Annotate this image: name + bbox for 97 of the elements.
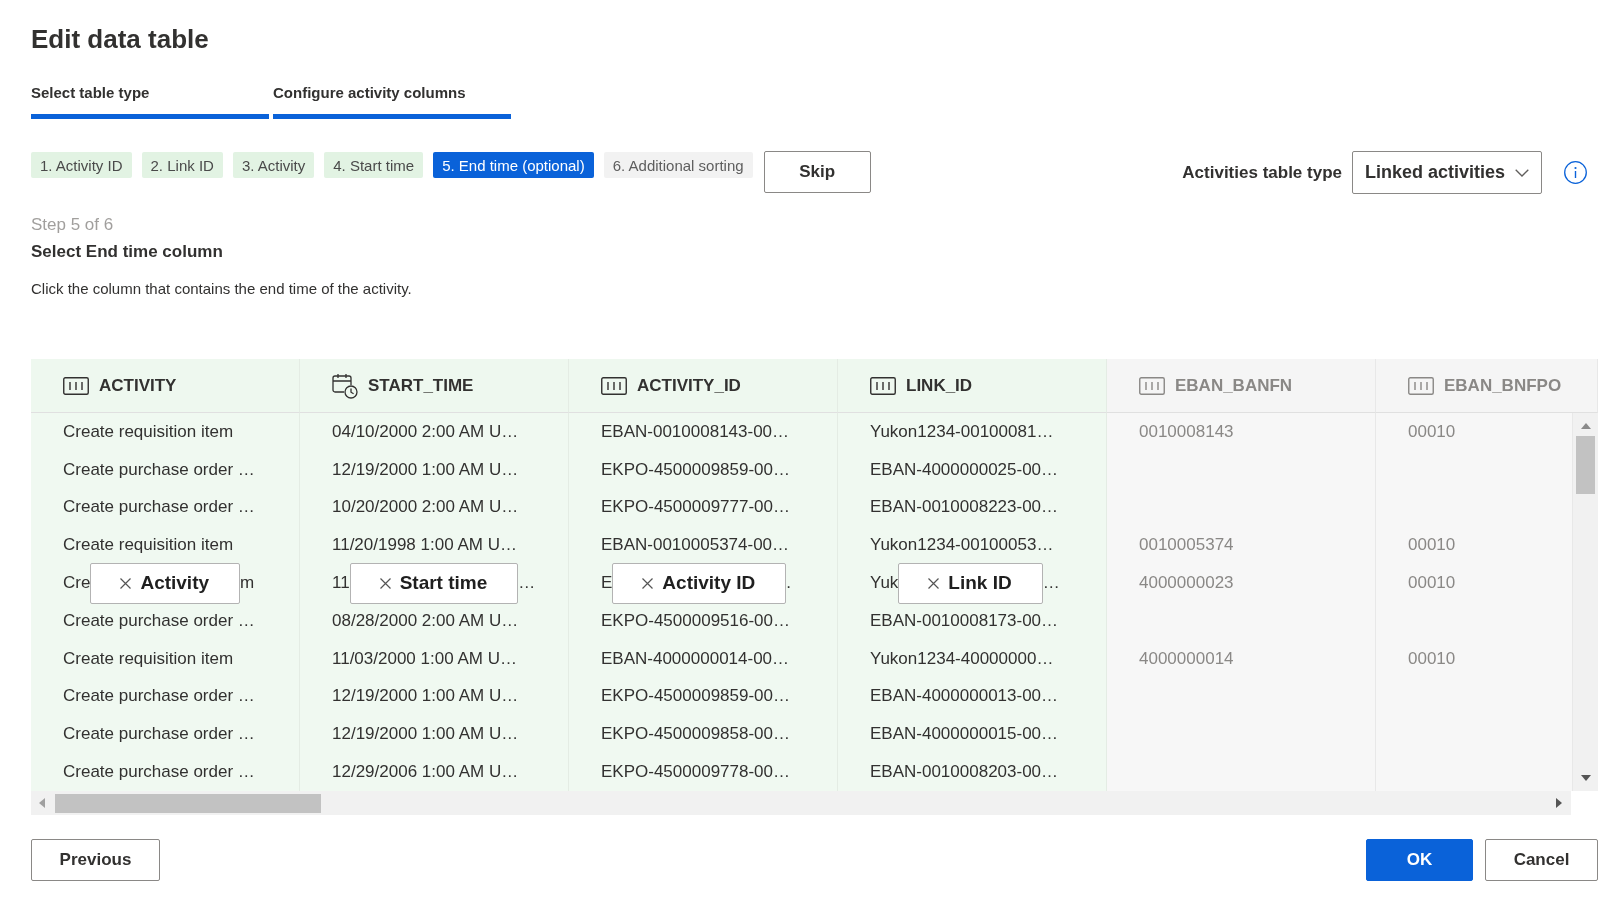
step-description: Click the column that contains the end time of the activity.: [31, 279, 412, 299]
step-pill[interactable]: 3. Activity: [232, 152, 315, 178]
close-icon[interactable]: [379, 577, 391, 589]
boxed-lines-icon: [601, 376, 627, 395]
cell-text: …: [518, 573, 536, 594]
table-cell: 12/19/2000 1:00 AM U…: [300, 450, 569, 489]
table-cell: Create purchase order …: [31, 677, 300, 716]
cell-text: E: [601, 573, 613, 594]
cell-text: .: [786, 573, 791, 594]
table-cell: 10/20/2000 2:00 AM U…: [300, 488, 569, 527]
field-label: Activities table type: [1182, 162, 1342, 183]
step-pill[interactable]: 6. Additional sorting: [603, 152, 753, 178]
cell-text: Yuk: [870, 573, 899, 594]
close-icon[interactable]: [928, 577, 940, 589]
table-cell: 08/28/2000 2:00 AM U…: [300, 602, 569, 640]
table-cell: 4000000014: [1107, 639, 1376, 678]
previous-button[interactable]: Previous: [31, 839, 160, 881]
mapping-chip[interactable]: Activity: [90, 562, 241, 604]
table-cell: EBAN-0010005374-00…: [569, 526, 838, 565]
table-cell: Yukon1234-40000000…: [838, 639, 1107, 678]
scrollbar-thumb[interactable]: [1576, 436, 1595, 494]
info-icon[interactable]: [1564, 161, 1587, 184]
dialog-title: Edit data table: [31, 23, 209, 55]
table-cell: EBAN-0010008223-00…: [838, 488, 1107, 527]
table-type-dropdown[interactable]: Linked activities: [1352, 151, 1542, 194]
vertical-scrollbar[interactable]: [1573, 413, 1598, 791]
table-cell: Create purchase order …: [31, 450, 300, 489]
step-pill[interactable]: 5. End time (optional): [433, 152, 594, 178]
table-cell: Create purchase order …: [31, 488, 300, 527]
table-cell: Create requisition item: [31, 526, 300, 565]
caret-up-icon[interactable]: [1580, 423, 1591, 429]
step-pill[interactable]: 2. Link ID: [141, 152, 223, 178]
cell-text: …: [1042, 573, 1060, 594]
table-cell: Create purchase order …: [31, 602, 300, 640]
table-cell: 11/20/1998 1:00 AM U…: [300, 526, 569, 565]
calendar-clock-icon: [332, 372, 358, 399]
close-icon[interactable]: [642, 577, 654, 589]
cell-text: m: [240, 573, 255, 594]
step-pill[interactable]: 1. Activity ID: [31, 152, 132, 178]
horizontal-scrollbar[interactable]: [31, 791, 1571, 815]
table-cell: EBAN-0010008203-00…: [838, 753, 1107, 791]
step-caption: Step 5 of 6: [31, 214, 114, 236]
table-cell: 4000000023: [1107, 564, 1376, 602]
table-cell: EBAN-4000000013-00…: [838, 677, 1107, 716]
table-cell: EBAN-0010008173-00…: [838, 602, 1107, 640]
mapping-chip[interactable]: Activity ID: [612, 562, 787, 604]
scrollbar-thumb[interactable]: [55, 793, 321, 813]
table-cell: EBAN-0010008143-00…: [569, 413, 838, 451]
table-cell: EKPO-4500009859-00…: [569, 677, 838, 716]
step-pill[interactable]: 4. Start time: [324, 152, 424, 178]
table-cell: Yukon1234-00100053…: [838, 526, 1107, 565]
mapping-chip[interactable]: Link ID: [898, 562, 1043, 604]
table-cell: EKPO-4500009777-00…: [569, 488, 838, 527]
mapping-chip[interactable]: Start time: [349, 562, 519, 604]
wizard-tab[interactable]: Configure activity columns: [273, 83, 511, 119]
chevron-down-icon: [1515, 168, 1529, 177]
table-cell: 12/19/2000 1:00 AM U…: [300, 715, 569, 754]
table-cell: 11/03/2000 1:00 AM U…: [300, 639, 569, 678]
wizard-tab[interactable]: Select table type: [31, 83, 269, 119]
cell-text: 11: [332, 573, 350, 594]
table-cell: 00010: [1376, 639, 1573, 678]
boxed-lines-icon: [1408, 376, 1434, 395]
table-cell: EKPO-4500009859-00…: [569, 450, 838, 489]
close-icon[interactable]: [120, 577, 132, 589]
table-cell: Yukon1234-00100081…: [838, 413, 1107, 451]
table-cell: 00010: [1376, 413, 1573, 451]
table-cell: 04/10/2000 2:00 AM U…: [300, 413, 569, 451]
cancel-button[interactable]: Cancel: [1485, 839, 1598, 881]
ok-button[interactable]: OK: [1366, 839, 1473, 881]
table-cell: 00010: [1376, 564, 1573, 602]
column-header[interactable]: START_TIME: [300, 359, 569, 413]
table-cell: 12/19/2000 1:00 AM U…: [300, 677, 569, 716]
table-cell: EBAN-4000000025-00…: [838, 450, 1107, 489]
table-cell: 00010: [1376, 526, 1573, 565]
table-cell: EKPO-4500009516-00…: [569, 602, 838, 640]
table-cell: 0010005374: [1107, 526, 1376, 565]
caret-right-icon[interactable]: [1556, 798, 1562, 808]
column-header[interactable]: ACTIVITY_ID: [569, 359, 838, 413]
caret-down-icon[interactable]: [1580, 775, 1591, 781]
boxed-lines-icon: [870, 376, 896, 395]
table-cell: Create purchase order …: [31, 753, 300, 791]
boxed-lines-icon: [1139, 376, 1165, 395]
boxed-lines-icon: [63, 376, 89, 395]
table-cell: Create purchase order …: [31, 715, 300, 754]
table-cell: 0010008143: [1107, 413, 1376, 451]
cell-text: Cre: [63, 573, 91, 594]
table-cell: Create requisition item: [31, 639, 300, 678]
table-cell: 12/29/2006 1:00 AM U…: [300, 753, 569, 791]
column-header[interactable]: ACTIVITY: [31, 359, 300, 413]
table-cell: EKPO-4500009858-00…: [569, 715, 838, 754]
table-cell: EKPO-4500009778-00…: [569, 753, 838, 791]
skip-button[interactable]: Skip: [763, 151, 871, 193]
table-cell: Create requisition item: [31, 413, 300, 451]
step-heading: Select End time column: [31, 241, 223, 263]
column-header[interactable]: LINK_ID: [838, 359, 1107, 413]
table-cell: EBAN-4000000015-00…: [838, 715, 1107, 754]
table-cell: EBAN-4000000014-00…: [569, 639, 838, 678]
